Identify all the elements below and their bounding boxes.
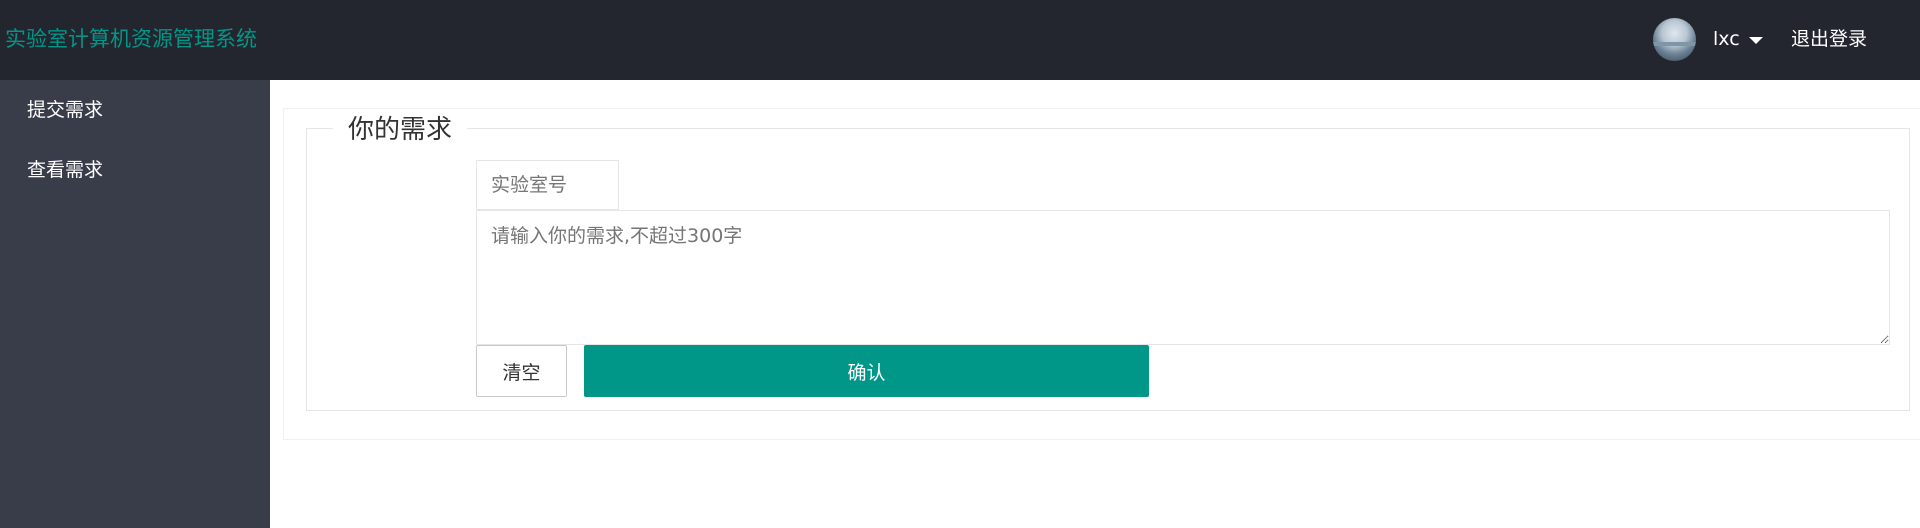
lab-room-input[interactable] [476,160,619,210]
clear-button[interactable]: 清空 [476,345,567,397]
request-textarea[interactable] [476,210,1890,345]
fieldset-legend: 你的需求 [333,110,468,150]
top-header: 实验室计算机资源管理系统 lxc 退出登录 [0,0,1920,80]
logout-link[interactable]: 退出登录 [1791,24,1867,54]
caret-down-icon [1748,36,1763,44]
user-avatar[interactable] [1653,18,1696,61]
user-menu[interactable]: lxc [1713,24,1763,54]
app-title[interactable]: 实验室计算机资源管理系统 [5,24,257,54]
sidebar-item-submit-request[interactable]: 提交需求 [0,80,270,140]
sidebar: 提交需求 查看需求 [0,80,270,528]
username-label: lxc [1713,28,1740,50]
sidebar-item-view-requests[interactable]: 查看需求 [0,140,270,200]
confirm-button[interactable]: 确认 [584,345,1149,397]
